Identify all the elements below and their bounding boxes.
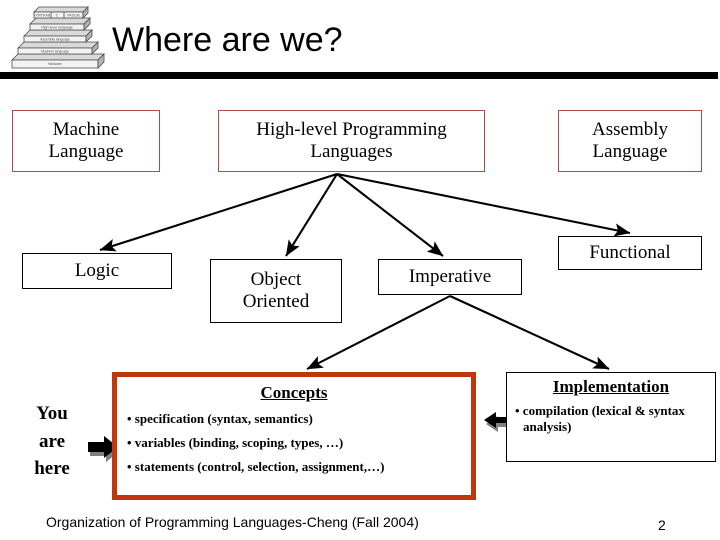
concepts-bullet-2: • statements (control, selection, assign… <box>127 458 385 474</box>
concepts-heading: Concepts <box>260 383 328 402</box>
logo-layer-3-label: Machine language <box>41 50 69 54</box>
box-concepts[interactable]: Concepts • specification (syntax, semant… <box>112 372 476 500</box>
you-are-here-line-3: here <box>34 458 70 480</box>
implementation-heading: Implementation <box>552 377 670 396</box>
concepts-bullet-0: • specification (syntax, semantics) <box>127 411 313 426</box>
box-machine-language[interactable]: Machine Language <box>12 110 160 172</box>
box-high-level-programming-languages[interactable]: High-level Programming Languages <box>218 110 485 172</box>
box-assembly-language[interactable]: Assembly Language <box>558 110 702 172</box>
you-are-here-line-2: are <box>38 430 66 452</box>
title-rule <box>0 72 718 79</box>
box-imperative[interactable]: Imperative <box>378 259 522 295</box>
slide-canvas: FORTRAN C PASCAL High-level language Ass… <box>0 0 720 540</box>
slide-footer: Organization of Programming Languages-Ch… <box>46 514 419 530</box>
box-imperative-label: Imperative <box>408 265 492 287</box>
box-functional-label: Functional <box>589 241 671 263</box>
you-are-here-annotation: You are here <box>16 400 88 483</box>
arrow-highlevel-to-object-oriented <box>285 173 338 257</box>
arrow-highlevel-to-functional <box>336 172 631 237</box>
arrow-highlevel-to-imperative <box>336 173 444 257</box>
slide-page-number: 2 <box>658 517 666 533</box>
arrow-imperative-to-implementation <box>449 295 610 370</box>
svg-text:PASCAL: PASCAL <box>67 14 80 18</box>
implementation-bullet-0: • compilation (lexical & syntax analysis… <box>515 403 685 434</box>
concepts-bullet-1: • variables (binding, scoping, types, …) <box>127 434 344 450</box>
box-implementation[interactable]: Implementation • compilation (lexical & … <box>506 372 716 462</box>
language-layers-stack-logo: FORTRAN C PASCAL High-level language Ass… <box>4 4 110 72</box>
box-logic[interactable]: Logic <box>22 253 172 289</box>
box-logic-label: Logic <box>74 259 120 281</box>
logo-layer-1-label: High-level language <box>41 26 73 30</box>
box-functional[interactable]: Functional <box>558 236 702 270</box>
logo-layer-4-label: Hardware <box>48 62 62 66</box>
box-high-level-programming-languages-label: High-level Programming Languages <box>256 118 447 162</box>
arrow-highlevel-to-logic <box>99 173 338 252</box>
box-assembly-language-label: Assembly Language <box>592 118 668 162</box>
box-machine-language-label: Machine Language <box>48 118 124 162</box>
page-title: Where are we? <box>112 21 343 59</box>
box-object-oriented-label: Object Oriented <box>242 268 310 312</box>
logo-layer-0-label: FORTRAN <box>34 14 51 18</box>
you-are-here-line-1: You <box>36 403 68 424</box>
box-object-oriented[interactable]: Object Oriented <box>210 259 342 323</box>
logo-svg: FORTRAN C PASCAL High-level language Ass… <box>11 6 105 69</box>
logo-layer-2-label: Assembly language <box>40 38 70 42</box>
